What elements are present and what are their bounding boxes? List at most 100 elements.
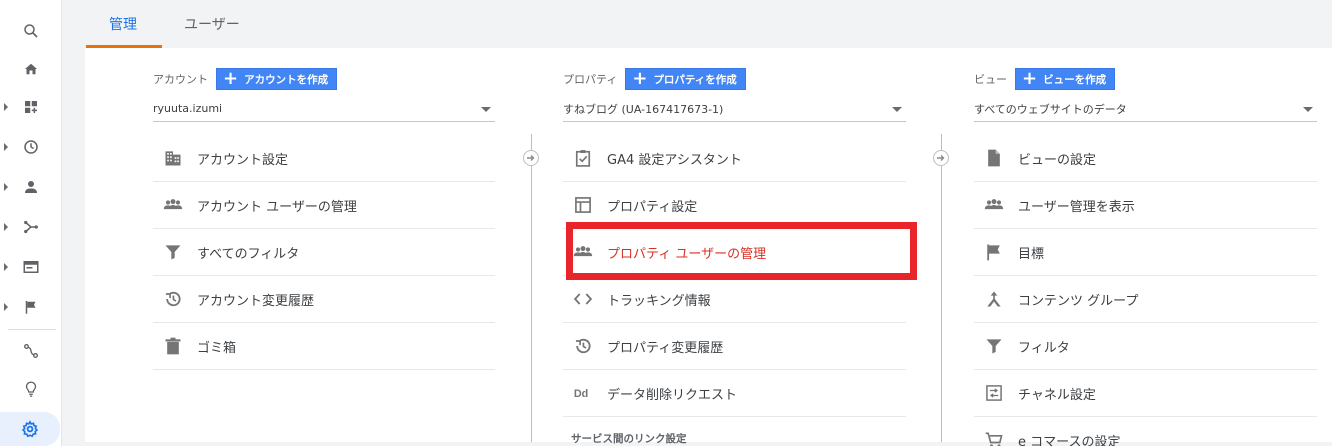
plus-icon: + — [223, 68, 239, 89]
menu-account-user-management[interactable]: アカウント ユーザーの管理 — [153, 182, 495, 229]
top-tab-bar: 管理 ユーザー — [62, 0, 1332, 48]
data-deletion-icon: Dd — [574, 388, 588, 400]
menu-account-settings[interactable]: アカウント設定 — [153, 135, 495, 182]
menu-label: ゴミ箱 — [197, 340, 237, 356]
column-link-arrow — [933, 150, 949, 166]
chevron-down-icon — [481, 107, 491, 112]
menu-goals[interactable]: 目標 — [974, 229, 1317, 276]
content-grouping-icon — [987, 291, 1001, 307]
acquisition-icon — [24, 220, 38, 234]
column-divider — [531, 134, 532, 442]
menu-tracking-info[interactable]: トラッキング情報 — [563, 276, 906, 323]
arrow-right-icon — [937, 155, 945, 161]
menu-label: アカウント設定 — [197, 152, 289, 168]
account-selected-value: ryuuta.izumi — [153, 102, 223, 115]
code-icon — [573, 293, 593, 305]
cart-icon — [985, 432, 1003, 446]
menu-ecommerce-settings[interactable]: e コマースの設定 — [974, 417, 1317, 446]
menu-label: アカウント変更履歴 — [197, 293, 315, 309]
rail-home[interactable] — [0, 52, 62, 86]
filter-icon — [165, 245, 181, 260]
menu-view-filters[interactable]: フィルタ — [974, 323, 1317, 370]
chevron-down-icon — [1303, 107, 1313, 112]
menu-data-deletion-request[interactable]: Dd データ削除リクエスト — [563, 370, 906, 417]
search-icon — [24, 24, 38, 38]
person-icon — [25, 181, 37, 193]
plus-icon: + — [632, 68, 648, 89]
plus-icon: + — [1022, 68, 1038, 89]
rail-discover[interactable] — [0, 372, 62, 406]
column-link-arrow — [523, 150, 539, 166]
tab-users[interactable]: ユーザー — [184, 14, 240, 34]
view-column-title: ビュー — [974, 73, 1007, 86]
arrow-right-icon — [527, 155, 535, 161]
menu-label: コンテンツ グループ — [1018, 293, 1139, 309]
channel-settings-icon — [986, 385, 1002, 401]
rail-attribution[interactable] — [0, 334, 62, 368]
create-property-button[interactable]: + プロパティを作成 — [625, 68, 746, 90]
create-account-label: アカウントを作成 — [244, 73, 329, 86]
menu-label: フィルタ — [1018, 340, 1070, 356]
document-icon — [988, 149, 1000, 167]
clock-icon — [24, 140, 38, 154]
menu-view-user-management[interactable]: ユーザー管理を表示 — [974, 182, 1317, 229]
menu-view-settings[interactable]: ビューの設定 — [974, 135, 1317, 182]
view-selector[interactable]: すべてのウェブサイトのデータ — [974, 96, 1317, 122]
menu-ga4-setup-assistant[interactable]: GA4 設定アシスタント — [563, 135, 906, 182]
property-column-header: プロパティ + プロパティを作成 — [563, 68, 746, 90]
menu-property-change-history[interactable]: プロパティ変更履歴 — [563, 323, 906, 370]
menu-account-filters[interactable]: すべてのフィルタ — [153, 229, 495, 276]
expand-caret-icon — [4, 183, 8, 191]
menu-label: データ削除リクエスト — [607, 387, 738, 403]
view-selected-value: すべてのウェブサイトのデータ — [974, 102, 1127, 116]
rail-search[interactable] — [0, 14, 62, 48]
expand-caret-icon — [4, 303, 8, 311]
create-view-label: ビューを作成 — [1043, 73, 1107, 86]
attribution-icon — [24, 344, 38, 358]
rail-realtime[interactable] — [0, 130, 62, 164]
rail-admin[interactable] — [0, 412, 60, 446]
account-column-title: アカウント — [153, 73, 208, 86]
rail-conversions[interactable] — [0, 290, 62, 324]
menu-trash[interactable]: ゴミ箱 — [153, 323, 495, 370]
rail-audience[interactable] — [0, 170, 62, 204]
expand-caret-icon — [4, 143, 8, 151]
expand-caret-icon — [4, 103, 8, 111]
menu-label: e コマースの設定 — [1018, 434, 1121, 446]
create-account-button[interactable]: + アカウントを作成 — [216, 68, 338, 90]
dashboard-icon — [25, 101, 37, 113]
property-selected-value: すねブログ (UA-167417673-1) — [563, 102, 724, 116]
menu-account-change-history[interactable]: アカウント変更履歴 — [153, 276, 495, 323]
people-icon — [163, 199, 183, 210]
tab-admin[interactable]: 管理 — [109, 14, 137, 34]
property-column-title: プロパティ — [563, 73, 618, 86]
behavior-icon — [23, 261, 39, 273]
menu-label: ビューの設定 — [1018, 152, 1097, 168]
property-layout-icon — [575, 197, 591, 213]
menu-content-grouping[interactable]: コンテンツ グループ — [974, 276, 1317, 323]
menu-channel-settings[interactable]: チャネル設定 — [974, 370, 1317, 417]
svg-text:Dd: Dd — [574, 388, 588, 400]
column-divider — [941, 134, 942, 442]
menu-label: プロパティ変更履歴 — [607, 340, 724, 356]
create-view-button[interactable]: + ビューを作成 — [1015, 68, 1116, 90]
building-icon — [165, 151, 181, 166]
account-selector[interactable]: ryuuta.izumi — [153, 96, 495, 122]
menu-label: GA4 設定アシスタント — [607, 152, 742, 168]
menu-label: ユーザー管理を表示 — [1018, 199, 1135, 215]
admin-panel: アカウント + アカウントを作成 ryuuta.izumi アカウント設定 アカ… — [85, 48, 1332, 446]
rail-behavior[interactable] — [0, 250, 62, 284]
chevron-down-icon — [892, 107, 902, 112]
rail-customization[interactable] — [0, 90, 62, 124]
expand-caret-icon — [4, 263, 8, 271]
property-selector[interactable]: すねブログ (UA-167417673-1) — [563, 96, 906, 122]
view-column-header: ビュー + ビューを作成 — [974, 68, 1116, 90]
history-icon — [165, 291, 181, 307]
flag-icon — [25, 301, 36, 314]
filter-icon — [986, 339, 1002, 354]
gear-icon — [21, 420, 39, 438]
history-icon — [575, 338, 591, 354]
rail-acquisition[interactable] — [0, 210, 62, 244]
menu-label: アカウント ユーザーの管理 — [197, 199, 357, 215]
menu-label: トラッキング情報 — [607, 293, 711, 309]
